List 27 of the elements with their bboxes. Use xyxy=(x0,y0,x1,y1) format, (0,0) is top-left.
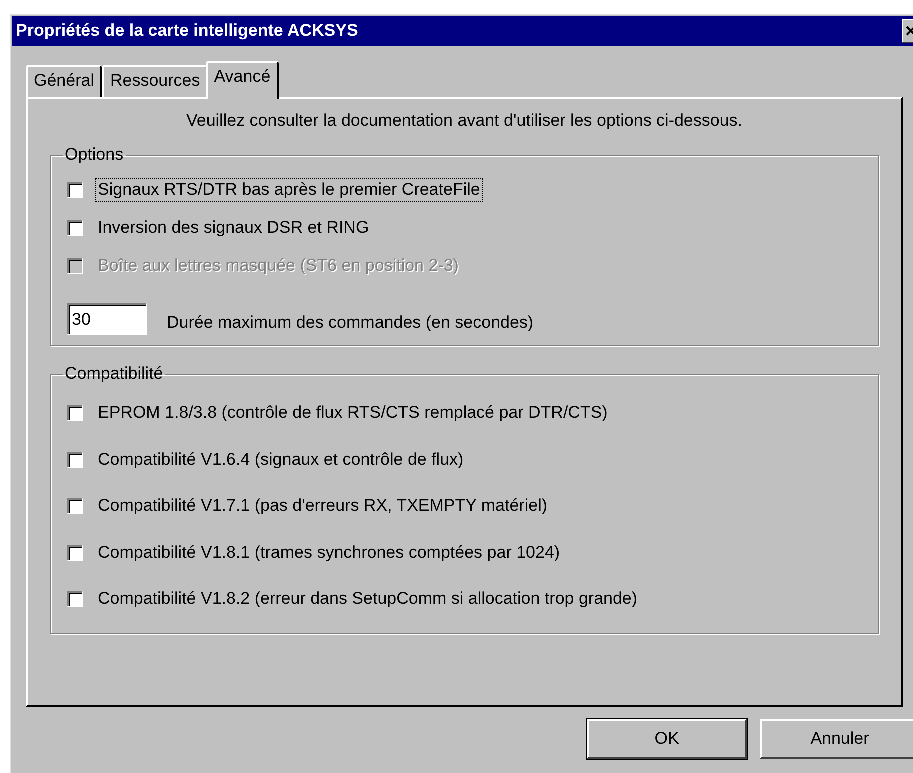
checkbox[interactable] xyxy=(67,544,83,561)
tab[interactable]: Général xyxy=(26,65,102,97)
checkbox-label: EPROM 1.8/3.8 (contrôle de flux RTS/CTS remplacé par DTR/CTS) xyxy=(97,402,609,424)
close-icon xyxy=(906,26,913,36)
notice-text: Veuillez consulter la documentation avant d'utiliser les options ci-dessous. xyxy=(186,111,743,131)
group-title: Compatibilité xyxy=(65,364,164,383)
checkbox-label: Inversion des signaux DSR et RING xyxy=(97,217,370,239)
checkbox[interactable] xyxy=(67,220,83,236)
checkbox-label: Compatibilité V1.7.1 (pas d'erreurs RX, TXEMPTY matériel) xyxy=(97,495,549,518)
checkbox-label: Boîte aux lettres masquée (ST6 en position 2-3) xyxy=(97,255,460,277)
checkbox-label: Compatibilité V1.8.1 (trames synchrones comptées par 1024) xyxy=(97,542,562,564)
checkbox[interactable] xyxy=(67,405,83,422)
checkbox[interactable] xyxy=(67,498,83,514)
tab[interactable]: Ressources xyxy=(102,65,208,97)
window-title: Propriétés de la carte intelligente ACKSYS xyxy=(16,21,358,41)
dialog-button[interactable]: OK xyxy=(587,719,747,759)
checkbox-label: Compatibilité V1.6.4 (signaux et contrôle de flux) xyxy=(97,448,465,471)
group-title: Options xyxy=(65,145,124,164)
checkbox-label: Signaux RTS/DTR bas après le premier CreateFile xyxy=(95,178,484,202)
dialog-button[interactable]: Annuler xyxy=(760,719,913,759)
checkbox-label: Compatibilité V1.8.2 (erreur dans SetupComm si allocation trop grande) xyxy=(97,588,639,610)
timeout-label: Durée maximum des commandes (en secondes) xyxy=(167,313,534,333)
checkbox[interactable] xyxy=(67,452,83,468)
timeout-field[interactable]: 30 xyxy=(67,303,147,335)
checkbox[interactable] xyxy=(67,591,83,608)
tab[interactable]: Avancé xyxy=(206,61,279,99)
checkbox[interactable] xyxy=(67,182,83,198)
